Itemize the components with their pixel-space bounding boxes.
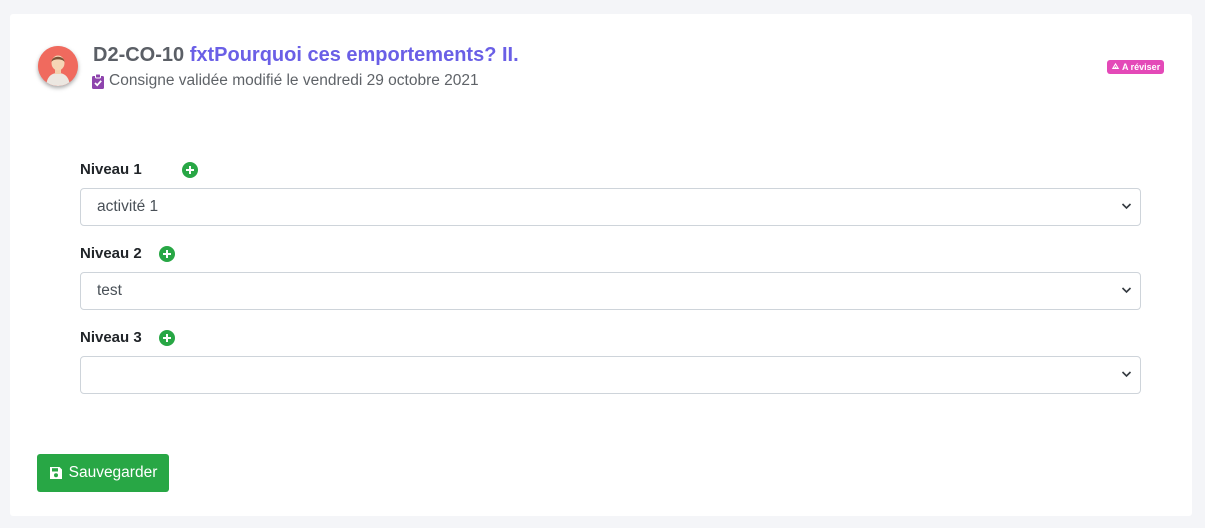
consigne-title: fxtPourquoi ces emportements? II. bbox=[189, 44, 519, 66]
save-button[interactable]: Sauvegarder bbox=[37, 454, 169, 492]
level-1-select[interactable]: activité 1 bbox=[80, 188, 1141, 226]
add-level-3-button[interactable] bbox=[159, 330, 175, 346]
status-badge: A réviser bbox=[1107, 60, 1165, 74]
level-2-select[interactable]: test bbox=[80, 272, 1141, 310]
consigne-code: D2-CO-10 bbox=[93, 44, 185, 66]
consigne-status: Consigne validée modifié le vendredi 29 … bbox=[92, 72, 479, 90]
chevron-down-icon bbox=[1121, 286, 1132, 294]
chevron-down-icon bbox=[1121, 202, 1132, 210]
consigne-card: D2-CO-10 fxtPourquoi ces emportements? I… bbox=[10, 14, 1192, 516]
add-level-1-button[interactable] bbox=[182, 162, 198, 178]
clipboard-check-icon bbox=[92, 73, 104, 89]
recycle-icon bbox=[1111, 62, 1120, 72]
level-1-selected: activité 1 bbox=[97, 198, 159, 215]
badge-label: A réviser bbox=[1122, 62, 1161, 72]
level-1-label: Niveau 1 bbox=[80, 161, 142, 178]
status-text: Consigne validée modifié le vendredi 29 … bbox=[109, 72, 479, 89]
add-level-2-button[interactable] bbox=[159, 246, 175, 262]
user-avatar-icon bbox=[38, 46, 78, 86]
level-3-select[interactable] bbox=[80, 356, 1141, 394]
level-2-label: Niveau 2 bbox=[80, 245, 142, 262]
floppy-disk-icon bbox=[49, 466, 63, 480]
page-title: D2-CO-10 fxtPourquoi ces emportements? I… bbox=[93, 44, 519, 67]
level-2-selected: test bbox=[97, 282, 122, 299]
level-3-label: Niveau 3 bbox=[80, 329, 142, 346]
save-button-label: Sauvegarder bbox=[68, 464, 158, 481]
plus-circle-icon bbox=[163, 250, 171, 258]
chevron-down-icon bbox=[1121, 370, 1132, 378]
plus-circle-icon bbox=[163, 334, 171, 342]
plus-circle-icon bbox=[186, 166, 194, 174]
